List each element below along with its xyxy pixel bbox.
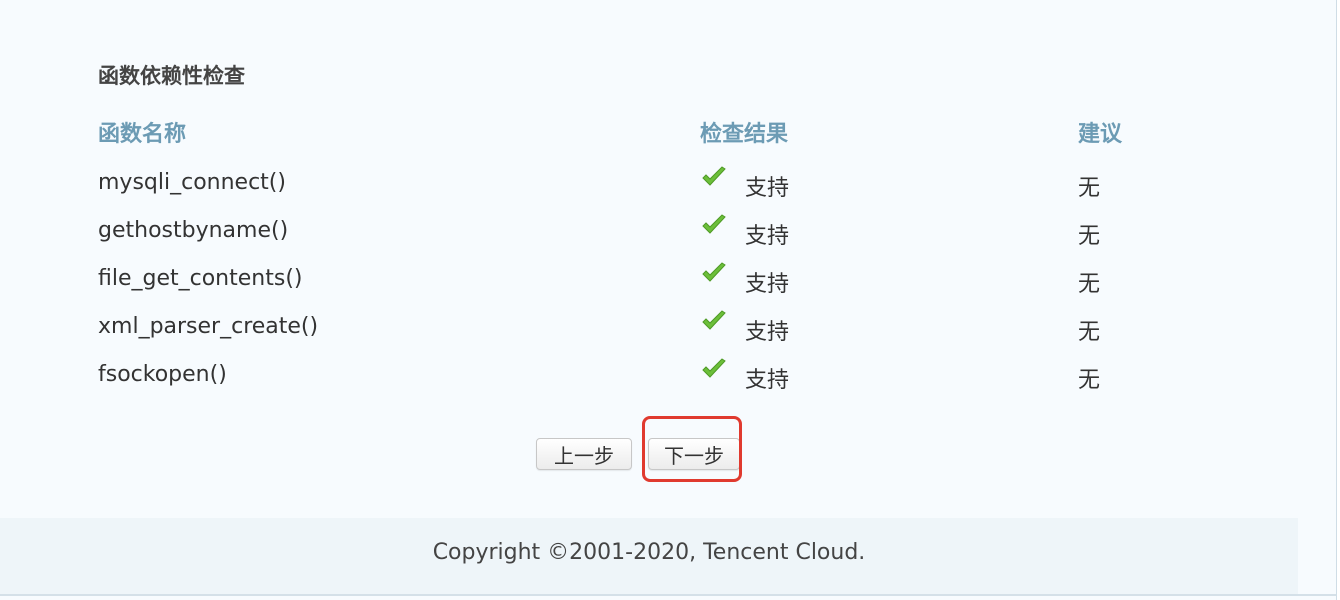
table-row: fsockopen() 支持 无: [0, 358, 1300, 402]
advice: 无: [1078, 368, 1101, 393]
check-result: 支持: [745, 176, 790, 201]
function-name: xml_parser_create(): [98, 314, 319, 339]
green-check-icon: [702, 166, 726, 186]
highlight-box: [642, 416, 742, 482]
function-name: gethostbyname(): [98, 218, 289, 243]
column-header-name: 函数名称: [98, 122, 187, 147]
prev-step-button[interactable]: 上一步: [536, 438, 632, 470]
check-result: 支持: [745, 272, 790, 297]
table-row: xml_parser_create() 支持 无: [0, 310, 1300, 354]
green-check-icon: [702, 310, 726, 330]
function-name: file_get_contents(): [98, 266, 303, 291]
advice: 无: [1078, 224, 1101, 249]
advice: 无: [1078, 176, 1101, 201]
green-check-icon: [702, 358, 726, 378]
function-name: fsockopen(): [98, 362, 227, 387]
green-check-icon: [702, 262, 726, 282]
table-row: gethostbyname() 支持 无: [0, 214, 1300, 258]
column-header-advice: 建议: [1078, 122, 1123, 147]
advice: 无: [1078, 320, 1101, 345]
column-header-result: 检查结果: [700, 122, 789, 147]
content-panel: 函数依赖性检查 函数名称 检查结果 建议 mysqli_connect() 支持…: [0, 0, 1337, 600]
table-row: file_get_contents() 支持 无: [0, 262, 1300, 306]
check-result: 支持: [745, 224, 790, 249]
clipped-previous-row: [98, 0, 1198, 4]
function-name: mysqli_connect(): [98, 170, 286, 195]
advice: 无: [1078, 272, 1101, 297]
table-row: mysqli_connect() 支持 无: [0, 166, 1300, 210]
divider: [0, 594, 1336, 596]
check-result: 支持: [745, 368, 790, 393]
green-check-icon: [702, 214, 726, 234]
copyright-text: Copyright ©2001-2020, Tencent Cloud.: [432, 540, 866, 565]
check-result: 支持: [745, 320, 790, 345]
section-title: 函数依赖性检查: [98, 64, 245, 88]
